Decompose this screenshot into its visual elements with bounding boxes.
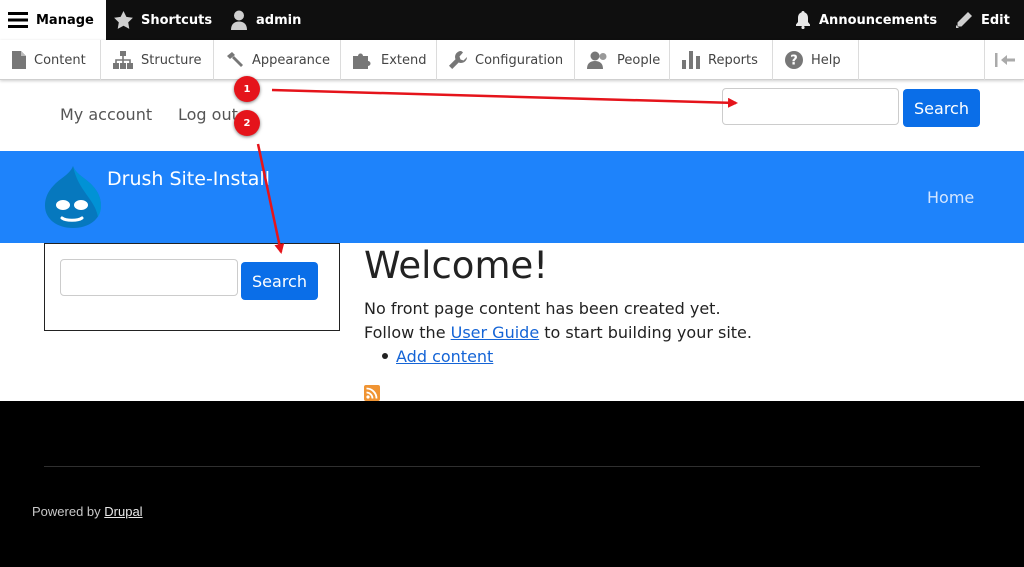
- tray-item-appearance[interactable]: Appearance: [214, 40, 341, 80]
- tray-item-extend[interactable]: Extend: [341, 40, 437, 80]
- list-bullet: [382, 353, 388, 359]
- people-icon: [587, 51, 609, 69]
- log-out-link[interactable]: Log out: [178, 105, 238, 124]
- announcements-tab[interactable]: Announcements: [795, 0, 937, 40]
- manage-tab[interactable]: Manage: [0, 0, 106, 40]
- user-icon: [230, 10, 248, 30]
- sitemap-icon: [113, 51, 133, 69]
- user-guide-suffix: to start building your site.: [539, 323, 752, 342]
- admin-tray: Content Structure Appearance Extend Conf…: [0, 40, 1024, 80]
- hamburger-icon: [8, 12, 28, 28]
- user-guide-link[interactable]: User Guide: [451, 323, 540, 342]
- annotation-arrow-1: [271, 88, 738, 108]
- page-title: Welcome!: [364, 244, 549, 287]
- announcements-label: Announcements: [819, 12, 938, 28]
- footer-divider: [44, 466, 980, 467]
- wrench-icon: [449, 51, 467, 69]
- shortcuts-tab[interactable]: Shortcuts: [114, 0, 212, 40]
- tray-item-configuration[interactable]: Configuration: [437, 40, 575, 80]
- bell-icon: [795, 11, 811, 29]
- manage-label: Manage: [36, 12, 94, 28]
- tray-label-structure: Structure: [141, 52, 202, 68]
- annotation-marker-1: 1: [234, 76, 260, 102]
- user-guide-sentence: Follow the User Guide to start building …: [364, 323, 752, 342]
- star-icon: [114, 11, 133, 29]
- add-content-link[interactable]: Add content: [396, 347, 493, 366]
- tray-item-help[interactable]: ? Help: [773, 40, 859, 80]
- tray-label-extend: Extend: [381, 52, 427, 68]
- nav-home-link[interactable]: Home: [927, 188, 974, 207]
- tray-label-appearance: Appearance: [252, 52, 331, 68]
- svg-text:?: ?: [790, 54, 798, 69]
- site-name[interactable]: Drush Site-Install: [107, 168, 270, 190]
- puzzle-icon: [353, 51, 373, 69]
- my-account-link[interactable]: My account: [60, 105, 152, 124]
- document-icon: [12, 51, 26, 69]
- tray-label-people: People: [617, 52, 661, 68]
- pencil-icon: [955, 11, 973, 29]
- header-search-input[interactable]: [722, 88, 899, 125]
- sidebar-search-button[interactable]: Search: [241, 262, 318, 300]
- tray-item-content[interactable]: Content: [0, 40, 101, 80]
- edit-label: Edit: [981, 12, 1010, 28]
- user-tab[interactable]: admin: [230, 0, 301, 40]
- tray-label-configuration: Configuration: [475, 52, 564, 68]
- drupal-logo[interactable]: [43, 164, 103, 230]
- powered-by-prefix: Powered by: [32, 504, 105, 519]
- paintbrush-icon: [226, 51, 244, 69]
- user-guide-prefix: Follow the: [364, 323, 451, 342]
- help-icon: ?: [785, 51, 803, 69]
- bar-chart-icon: [682, 51, 700, 69]
- shortcuts-label: Shortcuts: [141, 12, 213, 28]
- powered-by: Powered by Drupal: [32, 504, 143, 519]
- collapse-icon: [994, 53, 1015, 67]
- annotation-marker-2: 2: [234, 110, 260, 136]
- tray-item-people[interactable]: People: [575, 40, 670, 80]
- site-header: [0, 151, 1024, 243]
- tray-label-help: Help: [811, 52, 841, 68]
- site-footer: [0, 401, 1024, 567]
- tray-label-content: Content: [34, 52, 86, 68]
- no-content-text: No front page content has been created y…: [364, 299, 721, 318]
- tray-orientation-toggle[interactable]: [984, 40, 1024, 80]
- drupal-link[interactable]: Drupal: [104, 504, 142, 519]
- rss-feed-icon[interactable]: [364, 385, 380, 401]
- sidebar-search-input[interactable]: [60, 259, 238, 296]
- tray-label-reports: Reports: [708, 52, 758, 68]
- tray-item-structure[interactable]: Structure: [101, 40, 214, 80]
- tray-item-reports[interactable]: Reports: [670, 40, 773, 80]
- user-label: admin: [256, 12, 302, 28]
- admin-toolbar: Manage Shortcuts admin Announcements Edi…: [0, 0, 1024, 40]
- header-search-button[interactable]: Search: [903, 89, 980, 127]
- edit-tab[interactable]: Edit: [955, 0, 1010, 40]
